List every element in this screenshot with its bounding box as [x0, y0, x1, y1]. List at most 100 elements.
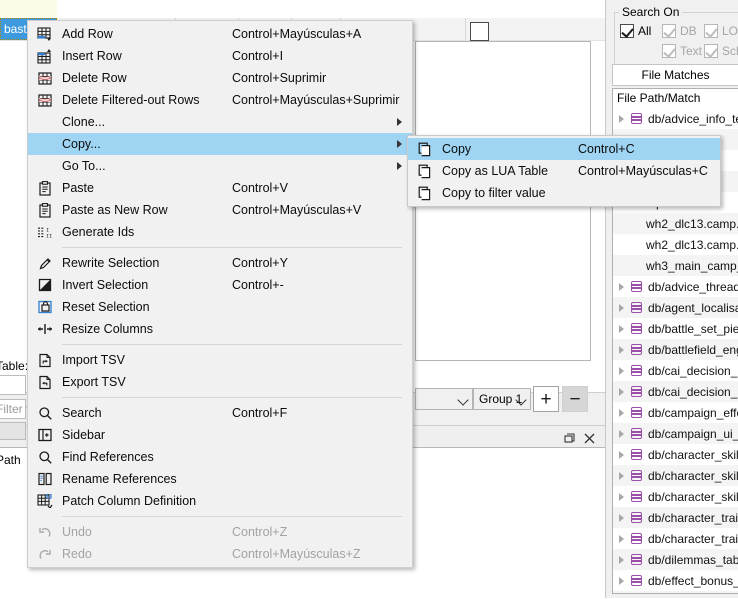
- tree-item[interactable]: db/character_trai: [613, 528, 738, 549]
- tree-item[interactable]: db/agent_localisa: [613, 297, 738, 318]
- table-combo[interactable]: [0, 375, 26, 395]
- remove-group-button[interactable]: −: [562, 386, 588, 412]
- menu-item-delete-row[interactable]: Delete Row Control+Suprimir: [28, 67, 412, 89]
- menu-item-resize-columns[interactable]: Resize Columns: [28, 318, 412, 340]
- menu-item-shortcut: Control+Y: [232, 256, 288, 270]
- expand-arrow-icon[interactable]: [613, 282, 629, 291]
- close-icon[interactable]: [582, 431, 596, 445]
- table-header-cell[interactable]: [291, 0, 341, 18]
- tree-item-label: wh2_dlc13.camp.i: [646, 216, 738, 231]
- tree-item[interactable]: wh2_dlc13.camp.i: [613, 213, 738, 234]
- tree-item[interactable]: db/campaign_effe: [613, 402, 738, 423]
- database-table-icon: [629, 553, 644, 566]
- menu-item-label: Paste: [62, 181, 94, 195]
- tree-item[interactable]: db/character_trai: [613, 507, 738, 528]
- menu-item-add-row[interactable]: Add Row Control+Mayúsculas+A: [28, 23, 412, 45]
- tree-item[interactable]: db/effect_bundle: [613, 591, 738, 593]
- menu-item-rewrite-selection[interactable]: Rewrite Selection Control+Y: [28, 252, 412, 274]
- menu-item-label: Generate Ids: [62, 225, 135, 239]
- menu-item-clone[interactable]: Clone...: [28, 111, 412, 133]
- menu-item-sidebar[interactable]: Sidebar: [28, 424, 412, 446]
- menu-item-shortcut: Control+Mayúsculas+V: [232, 203, 362, 217]
- menu-item-patch-column-definition[interactable]: Patch Column Definition: [28, 490, 412, 512]
- menu-item-invert-selection[interactable]: Invert Selection Control+-: [28, 274, 412, 296]
- tree-item[interactable]: db/character_skill: [613, 465, 738, 486]
- expand-arrow-icon[interactable]: [613, 429, 629, 438]
- table-header-cell[interactable]: [175, 0, 239, 18]
- table-header-cell[interactable]: [0, 0, 58, 18]
- expand-arrow-icon[interactable]: [613, 492, 629, 501]
- expand-arrow-icon[interactable]: [613, 366, 629, 375]
- table-header-cell[interactable]: [340, 0, 466, 18]
- tree-item[interactable]: db/dilemmas_tabl: [613, 549, 738, 570]
- menu-item-paste-as-new-row[interactable]: Paste as New Row Control+Mayúsculas+V: [28, 199, 412, 221]
- expand-arrow-icon[interactable]: [613, 324, 629, 333]
- menu-item-search[interactable]: Search Control+F: [28, 402, 412, 424]
- search-on-all-checkbox[interactable]: All: [620, 24, 651, 38]
- expand-arrow-icon[interactable]: [613, 303, 629, 312]
- menu-item-copy[interactable]: Copy Control+C: [408, 138, 720, 160]
- search-on-loc-checkbox[interactable]: LOC: [704, 24, 738, 38]
- tree-item[interactable]: db/advice_thread: [613, 276, 738, 297]
- tree-item[interactable]: db/effect_bonus_: [613, 570, 738, 591]
- tree-item-label: wh3_main_camp_: [646, 258, 738, 273]
- menu-item-reset-selection[interactable]: Reset Selection: [28, 296, 412, 318]
- table-header-cell[interactable]: [465, 0, 606, 18]
- checkbox-box: [662, 44, 676, 58]
- menu-item-label: Copy to filter value: [442, 186, 546, 200]
- table-header-cell[interactable]: [238, 0, 292, 18]
- search-on-loc-label: LOC: [722, 24, 738, 38]
- column-select[interactable]: [415, 388, 473, 410]
- menu-item-copy-to-filter-value[interactable]: Copy to filter value: [408, 182, 720, 204]
- expand-arrow-icon[interactable]: [613, 114, 629, 123]
- menu-item-rename-references[interactable]: Rename References: [28, 468, 412, 490]
- menu-separator: [62, 516, 402, 517]
- tree-item[interactable]: db/advice_info_te: [613, 108, 738, 129]
- expand-arrow-icon[interactable]: [613, 576, 629, 585]
- tab-file-matches[interactable]: File Matches: [612, 64, 738, 86]
- table-header-cell[interactable]: [57, 0, 176, 18]
- tree-item[interactable]: db/battle_set_pie: [613, 318, 738, 339]
- expand-arrow-icon[interactable]: [613, 471, 629, 480]
- tree-item[interactable]: db/battlefield_eng: [613, 339, 738, 360]
- menu-item-insert-row[interactable]: Insert Row Control+I: [28, 45, 412, 67]
- tree-item[interactable]: wh3_main_camp_: [613, 255, 738, 276]
- search-on-schema-checkbox[interactable]: Schem: [704, 44, 738, 58]
- expand-arrow-icon[interactable]: [613, 345, 629, 354]
- restore-icon[interactable]: [562, 431, 576, 445]
- menu-item-delete-filtered-out-rows[interactable]: Delete Filtered-out Rows Control+Mayúscul…: [28, 89, 412, 111]
- expand-arrow-icon[interactable]: [613, 408, 629, 417]
- menu-item-go-to[interactable]: Go To...: [28, 155, 412, 177]
- menu-item-paste[interactable]: Paste Control+V: [28, 177, 412, 199]
- expand-arrow-icon[interactable]: [613, 513, 629, 522]
- tree-item[interactable]: wh2_dlc13.camp.i: [613, 234, 738, 255]
- expand-arrow-icon[interactable]: [613, 387, 629, 396]
- menu-item-export-tsv[interactable]: Export TSV: [28, 371, 412, 393]
- tree-item[interactable]: db/character_skill: [613, 444, 738, 465]
- menu-item-copy-as-lua-table[interactable]: Copy as LUA Table Control+Mayúsculas+C: [408, 160, 720, 182]
- tree-item-label: db/campaign_effe: [648, 405, 738, 420]
- search-on-db-checkbox[interactable]: DB: [662, 24, 697, 38]
- expand-arrow-icon[interactable]: [613, 555, 629, 564]
- menu-item-shortcut: Control+F: [232, 406, 288, 420]
- menu-item-shortcut: Control+Mayúsculas+Suprimir: [232, 93, 400, 107]
- tree-item[interactable]: db/cai_decision_it: [613, 360, 738, 381]
- generate-ids-icon: I II: [28, 221, 62, 243]
- menu-item-generate-ids[interactable]: I II Generate Ids: [28, 221, 412, 243]
- tree-item[interactable]: db/campaign_ui_c: [613, 423, 738, 444]
- expand-arrow-icon[interactable]: [613, 450, 629, 459]
- copy-submenu[interactable]: Copy Control+C Copy as LUA Table Control+Ma…: [407, 135, 721, 207]
- context-menu[interactable]: Add Row Control+Mayúsculas+A Insert Row Con…: [27, 20, 413, 568]
- group-select[interactable]: Group 1: [473, 388, 531, 410]
- expand-arrow-icon[interactable]: [613, 534, 629, 543]
- menu-item-copy[interactable]: Copy...: [28, 133, 412, 155]
- menu-item-find-references[interactable]: Find References: [28, 446, 412, 468]
- add-group-button[interactable]: +: [533, 386, 559, 412]
- row-checkbox[interactable]: [470, 22, 489, 41]
- search-on-text-checkbox[interactable]: Text: [662, 44, 702, 58]
- chevron-down-icon: [457, 394, 469, 406]
- database-table-icon: [629, 364, 644, 377]
- menu-item-import-tsv[interactable]: Import TSV: [28, 349, 412, 371]
- tree-item[interactable]: db/cai_decision_p: [613, 381, 738, 402]
- tree-item[interactable]: db/character_skill: [613, 486, 738, 507]
